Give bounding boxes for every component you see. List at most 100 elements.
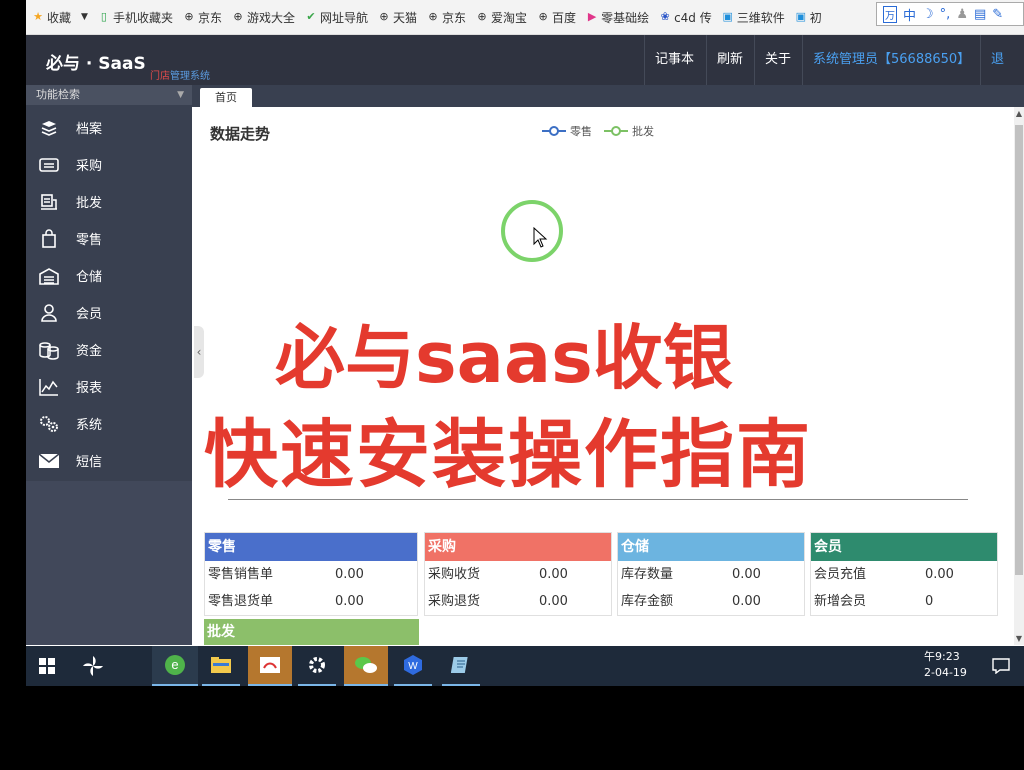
sidebar-item-archive[interactable]: 档案: [26, 109, 192, 146]
card-title: 零售: [205, 533, 417, 561]
tv-icon: ▣: [722, 10, 733, 23]
chevron-down-icon: ▼: [81, 12, 88, 22]
card-row[interactable]: 采购退货 0.00: [425, 588, 611, 615]
browser-screen: ★ 收藏 ▼ ▯ 手机收藏夹 ⊕ 京东 ⊕ 游戏大全 ✔ 网址导航 ⊕ 天猫 ⊕…: [26, 0, 1024, 686]
tv-icon: ▣: [795, 10, 806, 23]
bookmark-item[interactable]: ⊕ 爱淘宝: [476, 9, 527, 26]
wholesale-icon: [38, 191, 60, 213]
app-subtitle: 门店管理系统: [150, 71, 210, 82]
app-header: 必与 · SaaS 门店管理系统 记事本 刷新 关于 系统管理员【5668865…: [26, 35, 1024, 117]
bookmark-item[interactable]: ⊕ 游戏大全: [232, 9, 295, 26]
sidebar-item-sms[interactable]: 短信: [26, 442, 192, 479]
mouse-cursor-icon: [533, 227, 548, 248]
sidebar-item-retail[interactable]: 零售: [26, 220, 192, 257]
report-chart-icon: [38, 376, 60, 398]
scroll-down-arrow-icon[interactable]: ▼: [1014, 634, 1024, 643]
sidebar-item-report[interactable]: 报表: [26, 368, 192, 405]
wechat-icon: [355, 657, 377, 673]
bookmark-item[interactable]: ▯ 手机收藏夹: [98, 9, 173, 26]
ime-mode[interactable]: 中: [903, 5, 916, 24]
taskbar: e W 午9:23 2-04-19: [26, 646, 1024, 686]
bookmark-item[interactable]: ⊕ 天猫: [378, 9, 417, 26]
archive-icon: [38, 117, 60, 139]
taskbar-app-settings[interactable]: [298, 646, 336, 686]
star-icon: ★: [33, 10, 43, 23]
bookmark-item[interactable]: ⊕ 京东: [427, 9, 466, 26]
wps-icon: W: [404, 655, 422, 675]
taskbar-app-pinwheel[interactable]: [74, 646, 112, 686]
legend-retail[interactable]: 零售: [542, 123, 592, 139]
start-button[interactable]: [28, 646, 66, 686]
bookmark-item[interactable]: ✔ 网址导航: [305, 9, 368, 26]
card-row[interactable]: 采购收货 0.00: [425, 561, 611, 588]
sidebar-item-warehouse[interactable]: 仓储: [26, 257, 192, 294]
card-row[interactable]: 库存金额 0.00: [618, 588, 804, 615]
keyboard-icon: ▤: [973, 6, 987, 22]
scrollbar-thumb[interactable]: [1015, 125, 1023, 575]
taskbar-app-explorer[interactable]: [202, 646, 240, 686]
globe-icon: ⊕: [428, 10, 438, 23]
phone-icon: ▯: [100, 10, 107, 23]
card-row[interactable]: 新增会员 0: [811, 588, 997, 615]
sidebar-item-system[interactable]: 系统: [26, 405, 192, 442]
sidebar-item-member[interactable]: 会员: [26, 294, 192, 331]
promo-title-line2: 快速安装操作指南: [204, 412, 812, 498]
globe-icon: ⊕: [233, 10, 243, 23]
sidebar-item-wholesale[interactable]: 批发: [26, 183, 192, 220]
browser-e-icon: e: [165, 655, 185, 675]
function-search[interactable]: 功能检索 ▼: [26, 85, 192, 105]
tab-home[interactable]: 首页: [200, 88, 252, 107]
taskbar-app-recorder[interactable]: [248, 646, 292, 686]
member-icon: [38, 302, 60, 324]
bookmark-item[interactable]: ▶ 零基础绘: [586, 9, 649, 26]
card-wholesale: 批发: [204, 619, 419, 645]
screen-recorder-icon: [260, 657, 280, 673]
paw-icon: ❀: [660, 10, 670, 23]
card-title: 采购: [425, 533, 611, 561]
bookmark-item[interactable]: ⊕ 京东: [183, 9, 222, 26]
punct-icon: °,: [939, 6, 951, 22]
system-clock[interactable]: 午9:23 2-04-19: [924, 649, 967, 681]
tab-bar: 首页: [192, 85, 1024, 107]
envelope-icon: [38, 450, 60, 472]
card-row[interactable]: 零售退货单 0.00: [205, 588, 417, 615]
bookmark-item[interactable]: ▣ 初: [795, 9, 822, 26]
taskbar-app-wps[interactable]: W: [394, 646, 432, 686]
ime-toolbar[interactable]: 万 中 ☽ °, ♟ ▤ ✎: [876, 2, 1024, 26]
taskbar-app-browser[interactable]: e: [152, 646, 198, 686]
card-retail: 零售 零售销售单 0.00 零售退货单 0.00: [204, 532, 418, 616]
card-row[interactable]: 库存数量 0.00: [618, 561, 804, 588]
wrench-icon: ✎: [992, 6, 1004, 22]
sidebar-item-purchase[interactable]: 采购: [26, 146, 192, 183]
purchase-icon: [38, 154, 60, 176]
taskbar-app-notes[interactable]: [442, 646, 480, 686]
user-account-button[interactable]: 系统管理员【56688650】: [802, 35, 980, 85]
card-row[interactable]: 零售销售单 0.00: [205, 561, 417, 588]
legend-wholesale[interactable]: 批发: [604, 123, 654, 139]
card-row[interactable]: 会员充值 0.00: [811, 561, 997, 588]
bookmark-favorites[interactable]: ★ 收藏 ▼: [32, 9, 88, 26]
app-logo: 必与 · SaaS: [46, 54, 146, 74]
divider: [228, 499, 968, 500]
about-button[interactable]: 关于: [754, 35, 801, 85]
globe-icon: ⊕: [184, 10, 194, 23]
scroll-up-arrow-icon[interactable]: ▲: [1014, 109, 1024, 118]
bookmark-item[interactable]: ❀ c4d 传: [659, 9, 711, 26]
sidebar-item-funds[interactable]: 资金: [26, 331, 192, 368]
logout-button[interactable]: 退出: [980, 35, 1024, 117]
scrollbar[interactable]: ▲ ▼: [1014, 107, 1024, 645]
bookmark-item[interactable]: ⊕ 百度: [537, 9, 576, 26]
legend-marker-icon: [604, 126, 628, 136]
refresh-button[interactable]: 刷新: [706, 35, 753, 85]
sidebar-collapse-button[interactable]: ‹: [194, 326, 204, 378]
notification-center-button[interactable]: [982, 646, 1020, 686]
bookmark-item[interactable]: ▣ 三维软件: [722, 9, 785, 26]
svg-text:W: W: [408, 661, 418, 672]
moon-icon: ☽: [922, 6, 934, 22]
sidebar: 功能检索 ▼ 档案 采购 批发 零售 仓储 会员 资金 报表 系统 短信: [26, 85, 192, 645]
notes-button[interactable]: 记事本: [644, 35, 704, 85]
card-purchase: 采购 采购收货 0.00 采购退货 0.00: [424, 532, 612, 616]
card-warehouse: 仓储 库存数量 0.00 库存金额 0.00: [617, 532, 805, 616]
card-title: 仓储: [618, 533, 804, 561]
taskbar-app-wechat[interactable]: [344, 646, 388, 686]
